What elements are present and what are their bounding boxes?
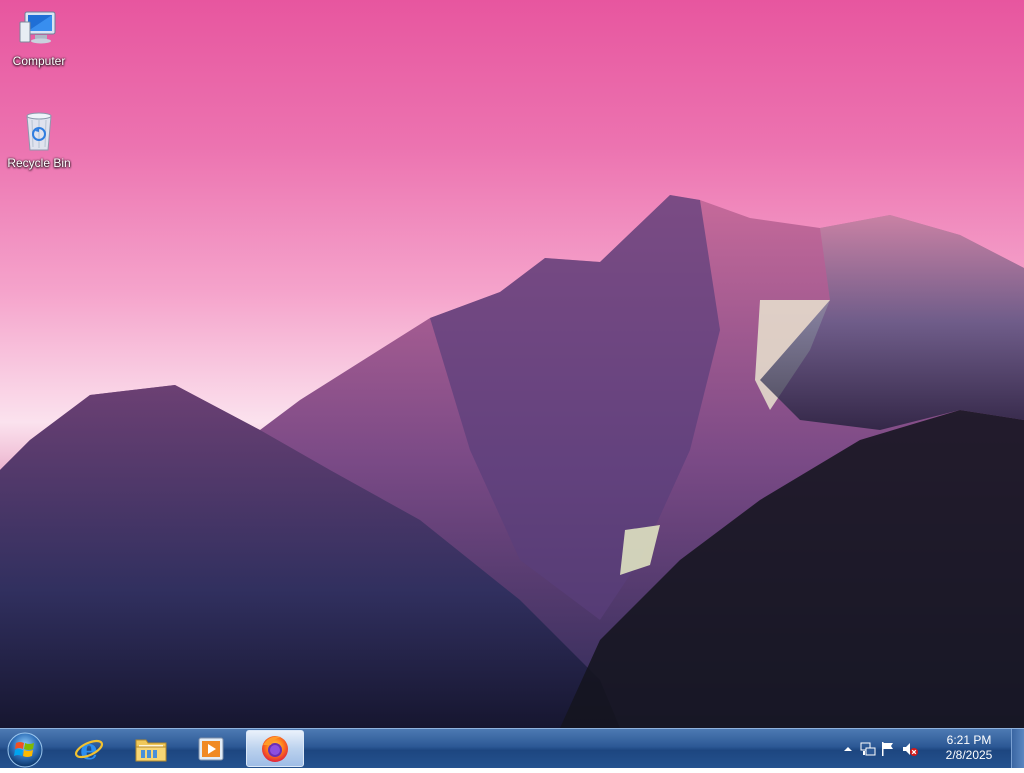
network-icon[interactable]	[860, 741, 876, 757]
taskbar-media-player[interactable]	[184, 730, 238, 767]
desktop-icon-computer[interactable]: Computer	[1, 8, 77, 68]
mountain-wallpaper	[0, 195, 1024, 728]
media-player-icon	[198, 737, 224, 760]
file-explorer-icon	[135, 739, 167, 761]
clock-date: 2/8/2025	[945, 748, 993, 762]
desktop-icon-recycle-bin[interactable]: Recycle Bin	[1, 110, 77, 170]
internet-explorer-icon: e	[74, 734, 104, 764]
desktop-background: Computer Recycle Bin	[0, 0, 1024, 728]
desktop-icon-label: Computer	[12, 54, 66, 68]
taskbar-file-explorer[interactable]	[124, 730, 178, 767]
svg-text:e: e	[80, 734, 98, 764]
desktop-icon-label: Recycle Bin	[7, 156, 71, 170]
taskbar: e 6:21 PM 2/8/2025	[0, 728, 1024, 768]
action-center-flag-icon[interactable]	[880, 741, 896, 757]
computer-icon	[17, 8, 61, 52]
clock-time: 6:21 PM	[946, 733, 992, 747]
recycle-bin-icon	[17, 110, 61, 154]
start-button[interactable]	[4, 730, 46, 768]
taskbar-firefox[interactable]	[246, 730, 304, 767]
taskbar-internet-explorer[interactable]: e	[62, 730, 116, 767]
show-hidden-icons-chevron[interactable]	[840, 741, 856, 757]
windows-logo-icon	[7, 732, 43, 768]
volume-muted-icon[interactable]	[902, 741, 918, 757]
clock[interactable]: 6:21 PM 2/8/2025	[934, 733, 1004, 763]
show-desktop-button[interactable]	[1011, 729, 1024, 768]
system-tray: 6:21 PM 2/8/2025	[834, 729, 1024, 769]
firefox-icon	[262, 735, 288, 762]
